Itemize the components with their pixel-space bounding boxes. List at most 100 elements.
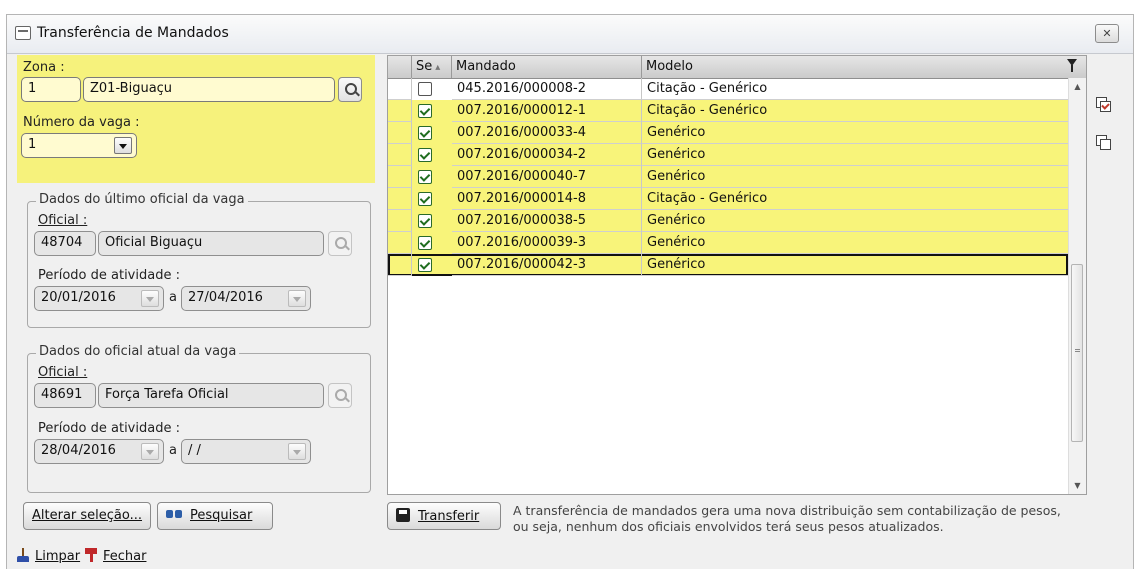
vaga-select[interactable]: 1 xyxy=(21,133,137,158)
pesquisar-button[interactable]: Pesquisar xyxy=(157,502,273,530)
chevron-down-icon xyxy=(141,290,159,307)
row-checkbox[interactable] xyxy=(418,236,432,250)
transfer-dialog: Transferência de Mandados ✕ Zona : 1 Z01… xyxy=(6,14,1134,569)
row-checkbox[interactable] xyxy=(418,170,432,184)
zona-name-field[interactable]: Z01-Biguaçu xyxy=(83,77,335,102)
cell-modelo[interactable]: Genérico xyxy=(642,210,1068,232)
row-gutter xyxy=(388,188,412,210)
cell-modelo[interactable]: Genérico xyxy=(642,232,1068,254)
table-row[interactable]: 007.2016/000039-3 Genérico xyxy=(388,232,1068,254)
ultimo-oficial-code: 48704 xyxy=(34,231,96,256)
row-checkbox[interactable] xyxy=(418,214,432,228)
cell-mandado[interactable]: 007.2016/000033-4 xyxy=(452,122,642,144)
select-all-icon[interactable] xyxy=(1096,97,1111,112)
scroll-down-arrow[interactable]: ▼ xyxy=(1069,477,1086,494)
window-title: Transferência de Mandados xyxy=(37,25,229,41)
ultimo-de-value: 20/01/2016 xyxy=(41,290,116,305)
cell-mandado[interactable]: 007.2016/000042-3 xyxy=(452,254,642,276)
table-row[interactable]: 007.2016/000042-3 Genérico xyxy=(388,254,1068,276)
table-row[interactable]: 045.2016/000008-2 Citação - Genérico xyxy=(388,78,1068,100)
table-row[interactable]: 007.2016/000038-5 Genérico xyxy=(388,210,1068,232)
row-checkbox[interactable] xyxy=(418,104,432,118)
row-checkbox[interactable] xyxy=(418,126,432,140)
cell-modelo[interactable]: Citação - Genérico xyxy=(642,78,1068,100)
copy-icon[interactable] xyxy=(1096,135,1111,150)
atual-ate-field: / / xyxy=(181,439,311,464)
sort-icon: ▴ xyxy=(435,62,441,73)
zona-code-field[interactable]: 1 xyxy=(21,77,81,102)
limpar-button[interactable]: Limpar xyxy=(17,548,80,564)
scroll-up-arrow[interactable]: ▲ xyxy=(1069,78,1086,95)
atual-periodo-label: Período de atividade : xyxy=(38,421,180,436)
row-checkbox[interactable] xyxy=(418,148,432,162)
zona-label: Zona : xyxy=(23,60,65,75)
cell-mandado[interactable]: 045.2016/000008-2 xyxy=(452,78,642,100)
atual-oficial-code: 48691 xyxy=(34,383,96,408)
row-checkbox[interactable] xyxy=(418,258,432,272)
cell-mandado[interactable]: 007.2016/000014-8 xyxy=(452,188,642,210)
atual-ate-value: / / xyxy=(188,443,201,458)
row-checkbox[interactable] xyxy=(418,82,432,96)
transferir-button[interactable]: Transferir xyxy=(387,502,501,530)
cell-modelo[interactable]: Genérico xyxy=(642,166,1068,188)
broom-icon xyxy=(17,548,29,562)
exit-icon xyxy=(85,548,97,562)
close-icon: ✕ xyxy=(1102,27,1112,40)
alterar-selecao-button[interactable]: Alterar seleção... xyxy=(23,502,151,530)
left-panel: Zona : 1 Z01-Biguaçu Número da vaga : 1 … xyxy=(17,55,375,535)
bottom-toolbar: Limpar Fechar xyxy=(7,542,1133,570)
table-row[interactable]: 007.2016/000033-4 Genérico xyxy=(388,122,1068,144)
transferir-label: Transferir xyxy=(418,509,480,524)
ultimo-legend: Dados do último oficial da vaga xyxy=(36,192,248,207)
table-row[interactable]: 007.2016/000014-8 Citação - Genérico xyxy=(388,188,1068,210)
close-button[interactable]: ✕ xyxy=(1095,24,1119,43)
ultimo-de-field: 20/01/2016 xyxy=(34,286,164,311)
row-gutter xyxy=(388,122,412,144)
cell-mandado[interactable]: 007.2016/000034-2 xyxy=(452,144,642,166)
chevron-down-icon[interactable] xyxy=(114,137,132,154)
table-row[interactable]: 007.2016/000034-2 Genérico xyxy=(388,144,1068,166)
filter-icon[interactable] xyxy=(1067,59,1077,73)
header-mandado[interactable]: Mandado xyxy=(452,56,642,78)
scroll-thumb[interactable] xyxy=(1071,264,1083,442)
cell-mandado[interactable]: 007.2016/000012-1 xyxy=(452,100,642,122)
atual-de-field: 28/04/2016 xyxy=(34,439,164,464)
cell-modelo[interactable]: Genérico xyxy=(642,144,1068,166)
background-window-strip xyxy=(0,0,1139,14)
table-row[interactable]: 007.2016/000040-7 Genérico xyxy=(388,166,1068,188)
row-gutter xyxy=(388,232,412,254)
ultimo-periodo-label: Período de atividade : xyxy=(38,268,180,283)
zona-search-button[interactable] xyxy=(338,77,362,102)
ultimo-sep: a xyxy=(169,290,177,305)
cell-mandado[interactable]: 007.2016/000039-3 xyxy=(452,232,642,254)
cell-modelo[interactable]: Citação - Genérico xyxy=(642,100,1068,122)
cell-mandado[interactable]: 007.2016/000040-7 xyxy=(452,166,642,188)
atual-sep: a xyxy=(169,443,177,458)
row-gutter xyxy=(388,210,412,232)
chevron-down-icon xyxy=(288,443,306,460)
grid-vscrollbar[interactable]: ▲ ▼ xyxy=(1068,78,1086,494)
cell-modelo[interactable]: Genérico xyxy=(642,254,1068,276)
title-bar: Transferência de Mandados ✕ xyxy=(7,15,1133,54)
grid-header: Se ▴ Mandado Modelo xyxy=(388,56,1086,79)
atual-oficial-group: Dados do oficial atual da vaga Oficial :… xyxy=(27,344,371,493)
ultimo-ate-value: 27/04/2016 xyxy=(188,290,263,305)
vaga-label: Número da vaga : xyxy=(23,115,140,130)
chevron-down-icon xyxy=(288,290,306,307)
row-checkbox[interactable] xyxy=(418,192,432,206)
chevron-down-icon xyxy=(141,443,159,460)
header-se[interactable]: Se ▴ xyxy=(412,56,452,78)
atual-oficial-label: Oficial : xyxy=(38,365,88,380)
cell-mandado[interactable]: 007.2016/000038-5 xyxy=(452,210,642,232)
header-modelo[interactable]: Modelo xyxy=(642,56,1068,78)
row-gutter xyxy=(388,254,412,276)
row-gutter xyxy=(388,100,412,122)
table-row[interactable]: 007.2016/000012-1 Citação - Genérico xyxy=(388,100,1068,122)
fechar-button[interactable]: Fechar xyxy=(85,548,146,564)
cell-modelo[interactable]: Genérico xyxy=(642,122,1068,144)
cell-modelo[interactable]: Citação - Genérico xyxy=(642,188,1068,210)
window-icon xyxy=(15,26,31,40)
fechar-label: Fechar xyxy=(103,549,147,564)
header-se-label: Se xyxy=(416,59,433,74)
row-gutter xyxy=(388,78,412,100)
